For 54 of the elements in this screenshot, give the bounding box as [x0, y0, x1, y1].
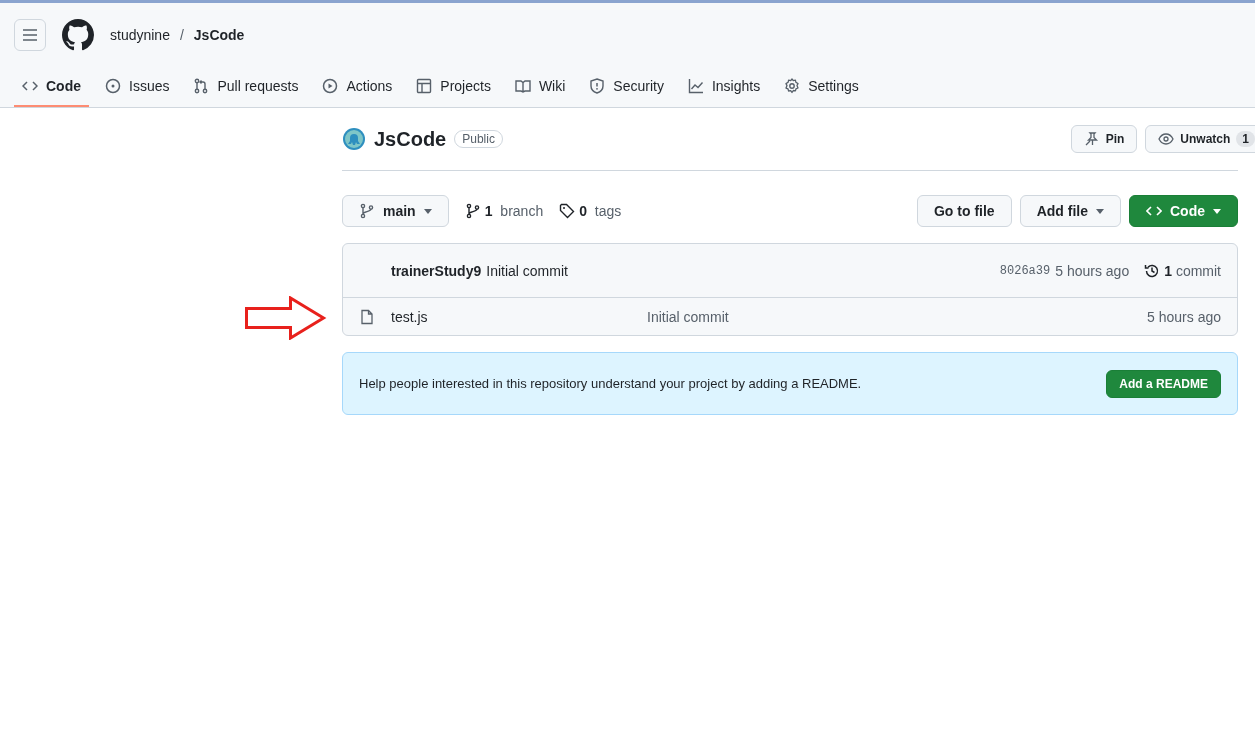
code-button[interactable]: Code [1129, 195, 1238, 227]
go-to-file-button[interactable]: Go to file [917, 195, 1012, 227]
branch-icon [359, 203, 375, 219]
eye-icon [1158, 131, 1175, 147]
repo-link[interactable]: JsCode [193, 26, 245, 43]
commit-author[interactable]: trainerStudy9 [391, 262, 482, 279]
caret-icon [1096, 208, 1104, 214]
settings-icon [784, 77, 801, 94]
nav-tab[interactable]: Security [581, 66, 672, 107]
menu-icon [22, 26, 38, 43]
file-icon [359, 308, 375, 325]
branches-link[interactable]: 1 branch [464, 203, 544, 219]
add-file-button[interactable]: Add file [1019, 195, 1121, 227]
file-commit-time: 5 hours ago [1147, 308, 1221, 325]
pin-icon [1083, 131, 1100, 147]
table-icon [416, 77, 433, 94]
nav-tab[interactable]: Pull requests [185, 66, 307, 107]
nav-tab[interactable]: Projects [408, 66, 499, 107]
pull-request-icon [193, 77, 210, 94]
menu-button[interactable] [14, 18, 46, 51]
circle-dot-icon [105, 77, 121, 94]
commits-link[interactable]: 1 commit [1144, 262, 1221, 279]
caret-icon [423, 208, 432, 214]
nav-tab[interactable]: Issues [97, 66, 178, 107]
branch-select[interactable]: main [342, 195, 449, 227]
repo-title[interactable]: JsCode [374, 127, 447, 151]
watcher-count: 1 [1236, 131, 1255, 147]
commit-hash[interactable]: 8026a39 [999, 263, 1051, 278]
file-commit-message[interactable]: Initial commit [647, 308, 729, 325]
readme-notice-text: Help people interested in this repository understand your project by adding a README. [359, 376, 862, 391]
path-separator: / [179, 26, 184, 43]
octocat-logo-icon[interactable] [62, 18, 94, 51]
tags-link[interactable]: 0 tags [559, 203, 622, 219]
history-icon [1144, 262, 1161, 279]
file-name-link[interactable]: test.js [391, 308, 631, 325]
shield-icon [589, 77, 606, 94]
owner-link[interactable]: studynine [110, 26, 170, 43]
caret-icon [1213, 208, 1221, 214]
nav-tab[interactable]: Wiki [506, 66, 574, 107]
nav-tab[interactable]: Actions [314, 66, 401, 107]
book-icon [514, 77, 531, 94]
unwatch-button[interactable]: Unwatch 1 [1145, 125, 1255, 153]
nav-tab[interactable]: Code [14, 66, 89, 107]
nav-tab[interactable]: Settings [776, 66, 867, 107]
play-icon [322, 77, 339, 94]
commit-time: 5 hours ago [1055, 262, 1130, 279]
branch-icon [464, 203, 481, 219]
pin-button[interactable]: Pin [1070, 125, 1138, 153]
nav-tab[interactable]: Insights [679, 66, 769, 107]
tag-icon [559, 203, 576, 219]
add-readme-button[interactable]: Add a README [1106, 369, 1221, 398]
commit-message[interactable]: Initial commit [486, 262, 568, 279]
repo-avatar-icon [342, 127, 366, 151]
graph-icon [687, 77, 704, 94]
